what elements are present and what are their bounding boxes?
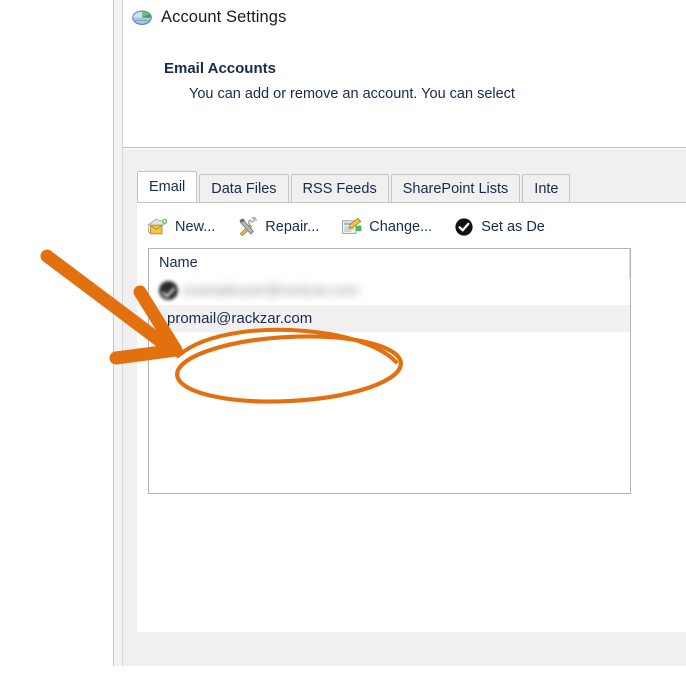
set-as-default-button[interactable]: Set as De bbox=[454, 217, 545, 237]
frame-rule-outer bbox=[113, 0, 114, 666]
section-title: Email Accounts bbox=[164, 60, 276, 77]
repair-account-button[interactable]: Repair... bbox=[237, 217, 319, 237]
tab-internet-calendars[interactable]: Inte bbox=[522, 174, 571, 202]
change-account-button[interactable]: Change... bbox=[341, 217, 432, 237]
tab-internet-calendars-label: Inte bbox=[534, 180, 559, 197]
accounts-listbox[interactable]: Name exampleuser@rackzar.com promail@rac… bbox=[148, 248, 631, 494]
globe-envelope-icon bbox=[132, 10, 152, 26]
screen: Account Settings Email Accounts You can … bbox=[0, 0, 686, 691]
default-account-check-icon bbox=[159, 281, 178, 300]
account-name-redacted: exampleuser@rackzar.com bbox=[183, 283, 359, 299]
tab-page-email: New... Repair... Change... Set as De Nam… bbox=[137, 202, 686, 632]
accounts-toolbar: New... Repair... Change... Set as De bbox=[147, 213, 545, 241]
new-mail-icon bbox=[147, 218, 168, 235]
section-description: You can add or remove an account. You ca… bbox=[189, 86, 515, 102]
repair-tools-icon bbox=[239, 217, 257, 237]
dialog-title-row: Account Settings bbox=[131, 6, 286, 28]
change-account-icon bbox=[342, 218, 362, 234]
tab-strip: Email Data Files RSS Feeds SharePoint Li… bbox=[137, 171, 571, 202]
change-account-label: Change... bbox=[369, 219, 433, 235]
tab-data-files[interactable]: Data Files bbox=[199, 174, 289, 202]
column-header-name[interactable]: Name bbox=[159, 255, 198, 271]
dialog-title: Account Settings bbox=[161, 7, 287, 26]
tab-sharepoint-lists[interactable]: SharePoint Lists bbox=[390, 174, 521, 202]
new-account-button[interactable]: New... bbox=[147, 217, 215, 237]
page-left-gutter bbox=[0, 0, 113, 691]
set-as-default-label: Set as De bbox=[481, 219, 545, 235]
table-row[interactable]: exampleuser@rackzar.com bbox=[149, 278, 630, 304]
accounts-list-header: Name bbox=[149, 249, 630, 291]
tab-email[interactable]: Email bbox=[137, 171, 198, 202]
tab-email-label: Email bbox=[149, 179, 186, 195]
dialog-header: Account Settings Email Accounts You can … bbox=[123, 0, 686, 148]
account-settings-dialog: Account Settings Email Accounts You can … bbox=[123, 0, 686, 666]
tab-sharepoint-lists-label: SharePoint Lists bbox=[402, 180, 509, 197]
new-account-label: New... bbox=[175, 219, 216, 235]
account-name: promail@rackzar.com bbox=[167, 310, 313, 327]
dialog-frame-gap bbox=[114, 0, 122, 666]
table-row[interactable]: promail@rackzar.com bbox=[149, 305, 630, 332]
set-default-check-icon bbox=[455, 218, 473, 236]
tab-rss-feeds[interactable]: RSS Feeds bbox=[290, 174, 389, 202]
repair-account-label: Repair... bbox=[265, 219, 320, 235]
tab-rss-feeds-label: RSS Feeds bbox=[302, 180, 377, 197]
tab-data-files-label: Data Files bbox=[211, 180, 277, 197]
dialog-body: Email Data Files RSS Feeds SharePoint Li… bbox=[123, 149, 686, 666]
